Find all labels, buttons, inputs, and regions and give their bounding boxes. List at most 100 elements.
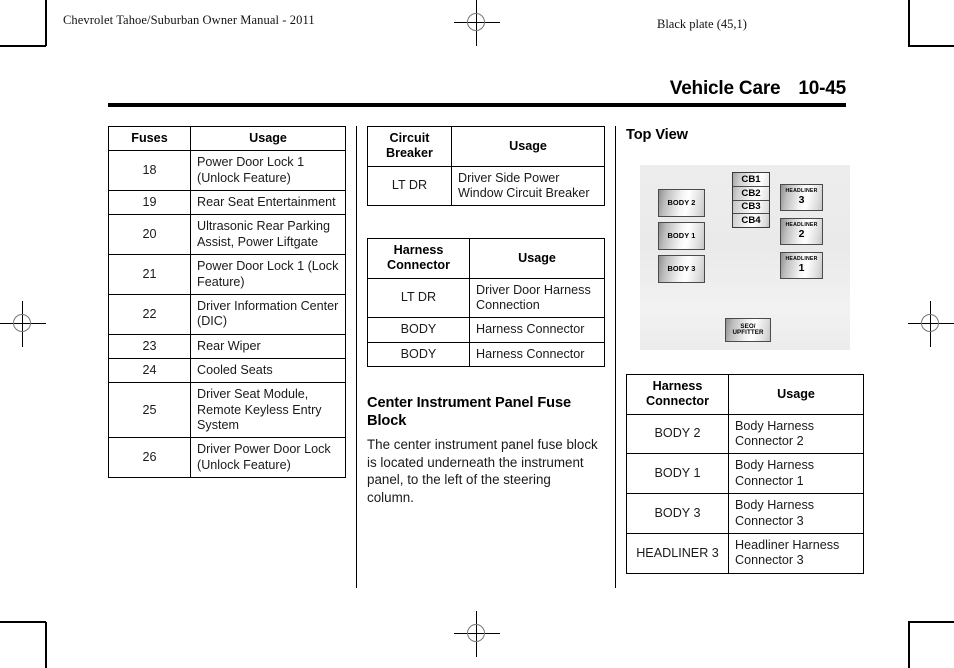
- crop-mark-top-right-vertical: [908, 0, 910, 46]
- page-title: Vehicle Care: [669, 78, 781, 99]
- diagram-label-headliner-3-number: 3: [798, 193, 805, 206]
- fuse-usage: Power Door Lock 1 (Unlock Feature): [190, 150, 346, 192]
- harness-connector-usage: Harness Connector: [469, 317, 605, 343]
- harness-connector-id: BODY 3: [626, 493, 729, 534]
- section-heading-top-view: Top View: [626, 127, 688, 143]
- crop-mark-top-left-horizontal: [0, 45, 46, 47]
- harness-connector-usage: Headliner Harness Connector 3: [728, 532, 864, 574]
- column-divider-left: [356, 126, 357, 588]
- harness-connector-table-right: Harness Connector Usage BODY 2 Body Harn…: [626, 374, 864, 574]
- harness-connector-id: LT DR: [367, 277, 470, 319]
- column-divider-right: [615, 126, 616, 588]
- table-row: 24 Cooled Seats: [108, 357, 346, 384]
- diagram-box-body-2: BODY 2: [658, 189, 705, 217]
- harness-connector-id: HEADLINER 3: [626, 532, 729, 574]
- table-row: 26 Driver Power Door Lock (Unlock Featur…: [108, 437, 346, 479]
- fuse-usage: Driver Information Center (DIC): [190, 293, 346, 335]
- table-row: 19 Rear Seat Entertainment: [108, 190, 346, 216]
- column-header-harness-connector: Harness Connector: [367, 238, 470, 279]
- crop-mark-bottom-left-vertical: [45, 622, 47, 668]
- diagram-label-cb4: CB4: [741, 215, 761, 227]
- harness-connector-id: BODY 1: [626, 453, 729, 495]
- harness-connector-id: BODY 2: [626, 413, 729, 455]
- harness-connector-usage: Body Harness Connector 3: [728, 493, 864, 534]
- column-header-usage: Usage: [190, 125, 346, 152]
- fuse-usage: Rear Seat Entertainment: [190, 190, 346, 216]
- diagram-label-cb3: CB3: [733, 201, 769, 215]
- registration-mark-circle: [467, 13, 485, 31]
- fuse-number: 25: [108, 382, 191, 439]
- manual-title-header: Chevrolet Tahoe/Suburban Owner Manual - …: [63, 13, 315, 27]
- registration-mark-circle: [921, 314, 939, 332]
- diagram-label-body-1: BODY 1: [667, 231, 696, 241]
- running-head: Vehicle Care 10-45: [670, 78, 846, 100]
- diagram-box-headliner-2: HEADLINER 2: [780, 218, 823, 245]
- diagram-box-headliner-3: HEADLINER 3: [780, 184, 823, 211]
- diagram-circuit-breaker-stack: CB1 CB2 CB3 CB4: [732, 172, 770, 228]
- diagram-label-upfitter: UPFITTER: [732, 329, 764, 336]
- diagram-box-seo-upfitter: SEO/ UPFITTER: [725, 318, 771, 342]
- fuse-usage: Ultrasonic Rear Parking Assist, Power Li…: [190, 214, 346, 256]
- table-row: 18 Power Door Lock 1 (Unlock Feature): [108, 150, 346, 192]
- circuit-breaker-table: Circuit Breaker Usage LT DR Driver Side …: [367, 126, 605, 207]
- black-plate-label: Black plate (45,1): [657, 17, 747, 31]
- registration-mark-bottom: [454, 611, 500, 657]
- fuses-table: Fuses Usage 18 Power Door Lock 1 (Unlock…: [108, 125, 346, 479]
- table-row: BODY 2 Body Harness Connector 2: [626, 413, 864, 455]
- registration-mark-left: [0, 301, 46, 347]
- column-header-fuses: Fuses: [108, 125, 191, 152]
- top-view-fuse-block-diagram: BODY 2 BODY 1 BODY 3 CB1 CB2 CB3 CB4 HEA…: [640, 165, 850, 350]
- harness-connector-usage: Body Harness Connector 2: [728, 413, 864, 455]
- table-header-row: Circuit Breaker Usage: [367, 126, 605, 167]
- table-header-row: Harness Connector Usage: [367, 238, 605, 279]
- fuse-usage: Cooled Seats: [190, 357, 346, 384]
- table-row: LT DR Driver Side Power Window Circuit B…: [367, 165, 605, 207]
- fuse-number: 19: [108, 190, 191, 216]
- table-row: 22 Driver Information Center (DIC): [108, 293, 346, 335]
- diagram-label-cb2: CB2: [733, 187, 769, 201]
- page-number: 10-45: [798, 78, 846, 99]
- column-header-usage: Usage: [469, 238, 605, 279]
- column-header-usage: Usage: [451, 126, 605, 167]
- harness-connector-id: BODY: [367, 317, 470, 343]
- diagram-box-headliner-1: HEADLINER 1: [780, 252, 823, 279]
- harness-connector-usage: Body Harness Connector 1: [728, 453, 864, 495]
- fuse-usage: Driver Seat Module, Remote Keyless Entry…: [190, 382, 346, 439]
- fuse-usage: Driver Power Door Lock (Unlock Feature): [190, 437, 346, 479]
- fuse-number: 26: [108, 437, 191, 479]
- diagram-label-headliner-2-number: 2: [798, 227, 805, 240]
- registration-mark-right: [908, 301, 954, 347]
- header-rule: [108, 103, 846, 107]
- fuse-number: 20: [108, 214, 191, 256]
- diagram-label-cb1: CB1: [733, 173, 769, 187]
- diagram-label-headliner-1-number: 1: [798, 261, 805, 274]
- harness-connector-table-middle: Harness Connector Usage LT DR Driver Doo…: [367, 238, 605, 368]
- registration-mark-circle: [13, 314, 31, 332]
- section-body-center-instrument-panel-fuse-block: The center instrument panel fuse block i…: [367, 437, 598, 506]
- harness-connector-usage: Driver Door Harness Connection: [469, 277, 605, 319]
- table-row: 25 Driver Seat Module, Remote Keyless En…: [108, 382, 346, 439]
- table-row: BODY 1 Body Harness Connector 1: [626, 453, 864, 495]
- crop-mark-bottom-right-vertical: [908, 622, 910, 668]
- crop-mark-bottom-left-horizontal: [0, 621, 46, 623]
- crop-mark-bottom-right-horizontal: [908, 621, 954, 623]
- column-header-harness-connector: Harness Connector: [626, 374, 729, 415]
- table-row: BODY Harness Connector: [367, 341, 605, 368]
- registration-mark-top: [454, 0, 500, 46]
- diagram-label-body-3: BODY 3: [667, 264, 696, 274]
- diagram-label-body-2: BODY 2: [667, 198, 696, 208]
- harness-connector-id: BODY: [367, 341, 470, 368]
- diagram-box-body-1: BODY 1: [658, 222, 705, 250]
- table-row: 21 Power Door Lock 1 (Lock Feature): [108, 254, 346, 295]
- table-row: 23 Rear Wiper: [108, 333, 346, 359]
- diagram-box-body-3: BODY 3: [658, 255, 705, 283]
- table-header-row: Fuses Usage: [108, 125, 346, 152]
- fuse-usage: Rear Wiper: [190, 333, 346, 359]
- circuit-breaker-id: LT DR: [367, 165, 452, 207]
- fuse-number: 24: [108, 357, 191, 384]
- fuse-number: 23: [108, 333, 191, 359]
- fuse-usage: Power Door Lock 1 (Lock Feature): [190, 254, 346, 295]
- registration-mark-circle: [467, 624, 485, 642]
- table-row: BODY 3 Body Harness Connector 3: [626, 493, 864, 534]
- circuit-breaker-usage: Driver Side Power Window Circuit Breaker: [451, 165, 605, 207]
